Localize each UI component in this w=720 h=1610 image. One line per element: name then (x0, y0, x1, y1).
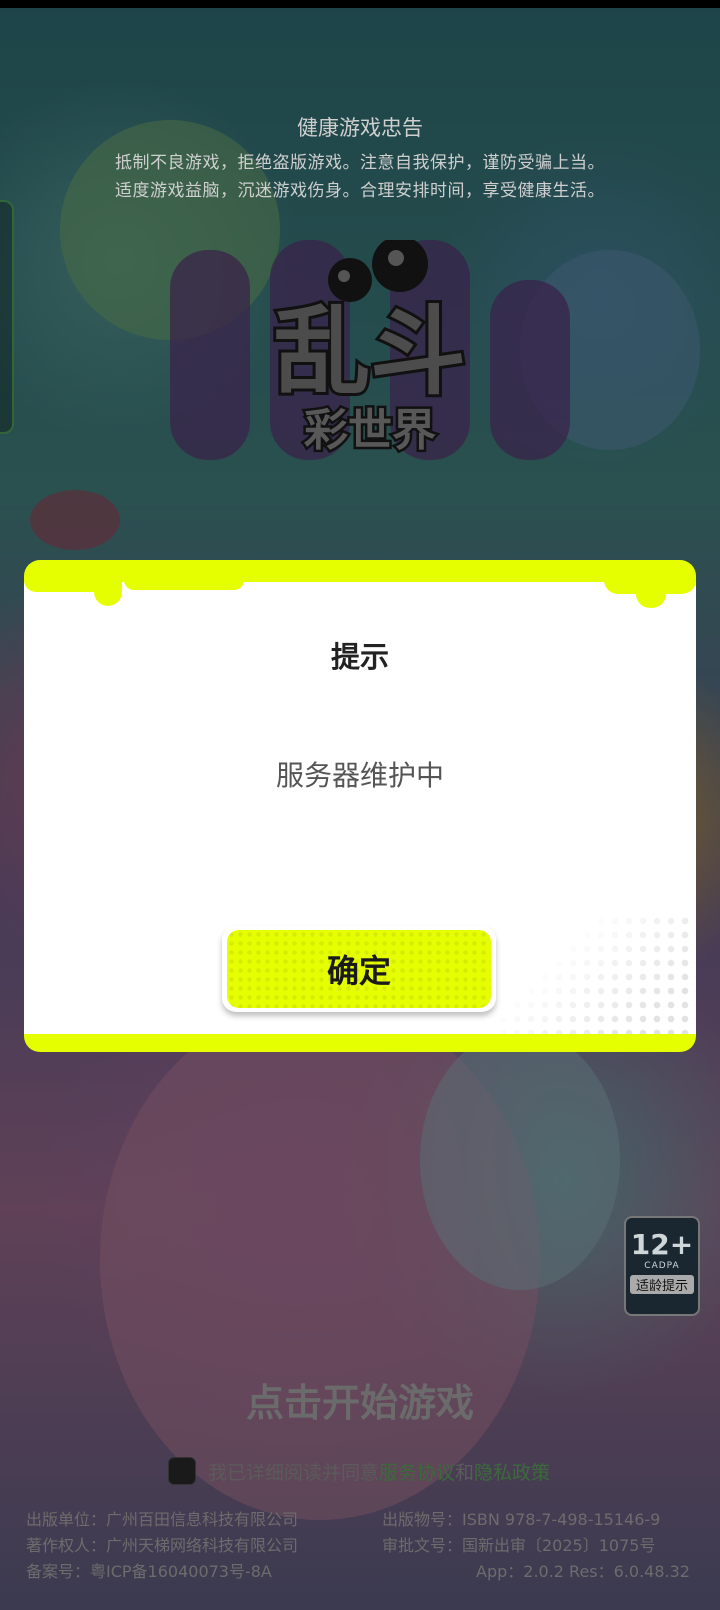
slime-drip (636, 582, 666, 608)
dialog-message: 服务器维护中 (275, 759, 444, 792)
agreement-and: 和 (455, 1461, 475, 1484)
logo-sub-text: 彩世界 (304, 405, 436, 456)
dot-decoration (496, 914, 696, 1034)
agreement-checkbox[interactable] (168, 1457, 196, 1485)
status-bar (0, 0, 720, 8)
dialog-title: 提示 (330, 640, 389, 674)
copyright-text: 著作权人：广州天梯网络科技有限公司 (26, 1536, 299, 1555)
agreement-row: 我已详细阅读并同意 服务协议 和 隐私政策 (168, 1456, 550, 1486)
icp-text: 备案号：粤ICP备16040073号-8A (26, 1562, 272, 1581)
privacy-policy-link[interactable]: 隐私政策 (474, 1458, 550, 1485)
game-logo: 乱斗 彩世界 (170, 240, 570, 460)
age-rating-label: 适龄提示 (630, 1275, 694, 1294)
age-rating-badge[interactable]: 12+ CADPA 适龄提示 (624, 1216, 700, 1316)
notice-dialog: 提示 服务器维护中 确定 (24, 560, 696, 1052)
service-agreement-link[interactable]: 服务协议 (379, 1458, 455, 1485)
publisher-text: 出版单位：广州百田信息科技有限公司 (26, 1510, 299, 1529)
health-advice-line: 适度游戏益脑，沉迷游戏伤身。合理安排时间，享受健康生活。 (115, 181, 605, 201)
start-game-button[interactable]: 点击开始游戏 (0, 1372, 720, 1427)
health-advice-line: 抵制不良游戏，拒绝盗版游戏。注意自我保护，谨防受骗上当。 (115, 153, 605, 173)
dialog-panel: 提示 服务器维护中 确定 (24, 582, 696, 1034)
slime-drip (94, 582, 122, 606)
logo-main-text: 乱斗 (274, 296, 466, 408)
slime-drip (124, 582, 244, 590)
health-advice-title: 健康游戏忠告 (297, 116, 423, 140)
age-rating-org: CADPA (644, 1261, 680, 1271)
isbn-text: 出版物号：ISBN 978-7-498-15146-9 (382, 1510, 661, 1529)
approval-text: 审批文号：国新出审〔2025〕1075号 (382, 1536, 656, 1555)
agreement-text: 我已详细阅读并同意 (208, 1461, 380, 1484)
age-rating-number: 12+ (630, 1228, 694, 1261)
confirm-button-label: 确定 (227, 930, 491, 1008)
version-text: App：2.0.2 Res：6.0.48.32 (476, 1562, 690, 1581)
confirm-button[interactable]: 确定 (222, 926, 496, 1012)
